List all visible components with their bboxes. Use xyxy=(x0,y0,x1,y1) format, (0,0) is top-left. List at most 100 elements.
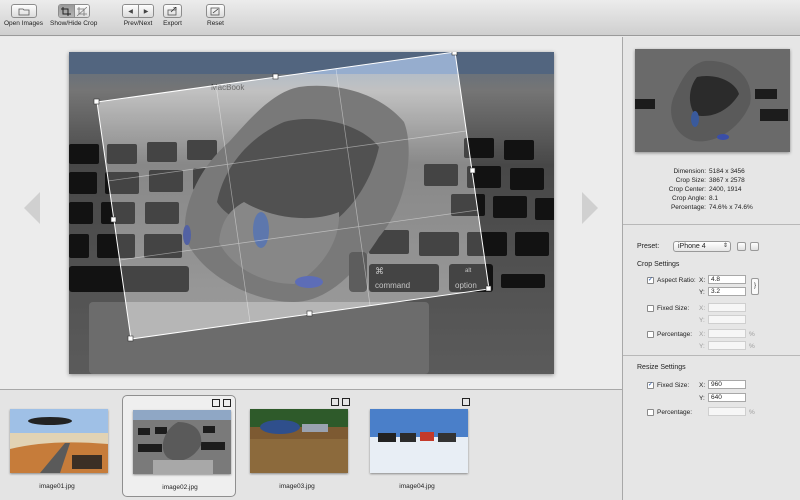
crop-center-value: 2400, 1914 xyxy=(709,186,742,193)
crop-percentage-label: Percentage: xyxy=(657,331,693,338)
thumbnail-filename: image02.jpg xyxy=(162,484,198,491)
percentage-value: 74.6% x 74.6% xyxy=(709,204,753,211)
previous-image-arrow[interactable] xyxy=(24,192,40,224)
reset-button[interactable] xyxy=(206,4,225,18)
crop-fixed-size-label: Fixed Size: xyxy=(657,305,690,312)
divider xyxy=(623,224,800,225)
crop-pct-x-unit: % xyxy=(749,331,755,338)
preview-scene xyxy=(635,49,790,152)
aspect-ratio-checkbox[interactable]: ✓ xyxy=(647,277,654,284)
prev-next-label: Prev/Next xyxy=(123,20,153,27)
open-images-button[interactable] xyxy=(10,4,37,18)
resize-fixed-size-label: Fixed Size: xyxy=(657,382,690,389)
hide-crop-button[interactable] xyxy=(73,5,89,17)
crop-pct-x-field[interactable] xyxy=(708,329,746,338)
resize-percentage-checkbox[interactable] xyxy=(647,409,654,416)
preset-select[interactable]: iPhone 4 ⇕ xyxy=(673,241,731,252)
thumbnail-image xyxy=(250,409,348,473)
thumbnail-image xyxy=(10,409,108,473)
photo-scene: MacBook ⌘ command alt option xyxy=(69,52,554,374)
export-group[interactable]: Export xyxy=(163,4,182,27)
crop-fixed-size-checkbox[interactable] xyxy=(647,305,654,312)
resize-settings-title: Resize Settings xyxy=(637,364,686,371)
crop-handle-left[interactable] xyxy=(110,216,117,223)
divider xyxy=(623,355,800,356)
crop-handle-top[interactable] xyxy=(272,73,279,80)
resize-percentage-field[interactable] xyxy=(708,407,746,416)
delete-preset-button[interactable] xyxy=(750,242,759,251)
prev-next-group[interactable]: ◀ ▶ Prev/Next xyxy=(122,4,154,27)
crop-fixed-y-field[interactable] xyxy=(708,315,746,324)
next-image-arrow[interactable] xyxy=(582,192,598,224)
crop-size-value: 3867 x 2578 xyxy=(709,177,745,184)
resize-x-field[interactable] xyxy=(708,380,746,389)
crop-settings-title: Crop Settings xyxy=(637,261,680,268)
preset-label: Preset: xyxy=(637,243,660,250)
open-images-group[interactable]: Open Images xyxy=(4,4,43,27)
resize-y-label: Y: xyxy=(699,395,705,402)
prev-button[interactable]: ◀ xyxy=(123,5,138,17)
prev-arrow-icon: ◀ xyxy=(128,8,133,15)
reset-group[interactable]: Reset xyxy=(206,4,225,27)
bracket-icon: } xyxy=(753,283,756,289)
show-hide-crop-label: Show/Hide Crop xyxy=(50,20,98,27)
resize-x-label: X: xyxy=(699,382,706,389)
aspect-y-label: Y: xyxy=(699,289,705,296)
crop-center-label: Crop Center: xyxy=(668,186,706,193)
show-hide-crop-group[interactable]: Show/Hide Crop xyxy=(50,4,97,27)
thumbnail-image03[interactable]: image03.jpg xyxy=(240,395,354,497)
thumbnail-image04[interactable]: image04.jpg xyxy=(360,395,474,497)
crop-percentage-checkbox[interactable] xyxy=(647,331,654,338)
thumb-scene-road xyxy=(10,409,108,473)
thumbnail-filename: image04.jpg xyxy=(399,483,435,490)
crop-fixed-x-label: X: xyxy=(699,305,706,312)
crop-angle-label: Crop Angle: xyxy=(672,195,706,202)
crop-icon xyxy=(61,6,72,16)
resize-y-field[interactable] xyxy=(708,393,746,402)
show-crop-button[interactable] xyxy=(58,5,74,17)
dimension-value: 5184 x 3456 xyxy=(709,168,745,175)
thumbnail-image01[interactable]: image01.jpg xyxy=(0,395,114,497)
thumbnail-image xyxy=(133,410,231,474)
crop-handle-top-right[interactable] xyxy=(451,52,458,56)
aspect-x-label: X: xyxy=(699,277,706,284)
resize-fixed-size-checkbox[interactable]: ✓ xyxy=(647,382,654,389)
export-button[interactable] xyxy=(163,4,182,18)
crop-hide-icon xyxy=(76,6,87,16)
main-photo: MacBook ⌘ command alt option xyxy=(69,52,554,374)
thumb-scene-snow xyxy=(370,409,468,473)
next-arrow-icon: ▶ xyxy=(143,8,149,15)
crop-fixed-x-field[interactable] xyxy=(708,303,746,312)
filmstrip: image01.jpg image02.jpg image03.jpg imag… xyxy=(0,389,622,500)
export-label: Export xyxy=(163,20,182,27)
thumbnail-image02[interactable]: image02.jpg xyxy=(122,395,236,497)
save-preset-button[interactable] xyxy=(737,242,746,251)
next-button[interactable]: ▶ xyxy=(138,5,153,17)
crop-size-label: Crop Size: xyxy=(675,177,706,184)
reset-label: Reset xyxy=(207,20,224,27)
crop-handle-right[interactable] xyxy=(469,167,476,174)
crop-handle-bottom-left[interactable] xyxy=(127,335,134,342)
crop-rectangle[interactable] xyxy=(96,52,490,340)
crop-handle-top-left[interactable] xyxy=(93,98,100,105)
swap-ratio-button[interactable]: } xyxy=(751,278,759,295)
crop-pct-y-unit: % xyxy=(749,343,755,350)
resize-indicator-icon xyxy=(223,399,231,407)
aspect-y-field[interactable] xyxy=(708,287,746,296)
crop-indicator-icon xyxy=(212,399,220,407)
aspect-x-field[interactable] xyxy=(708,275,746,284)
toolbar: Open Images Show/Hide Crop ◀ ▶ Prev/Next… xyxy=(0,0,800,36)
preset-value: iPhone 4 xyxy=(678,243,706,250)
image-info: Dimension: 5184 x 3456 Crop Size: 3867 x 2… xyxy=(623,168,800,213)
resize-percentage-label: Percentage: xyxy=(657,409,693,416)
reset-icon xyxy=(210,7,220,15)
aspect-ratio-label: Aspect Ratio: xyxy=(657,277,696,284)
percentage-label: Percentage: xyxy=(670,204,706,211)
crop-pct-y-label: Y: xyxy=(699,343,705,350)
resize-indicator-icon xyxy=(342,398,350,406)
crop-pct-y-field[interactable] xyxy=(708,341,746,350)
crop-handle-bottom-right[interactable] xyxy=(485,285,492,292)
crop-handle-bottom[interactable] xyxy=(306,310,313,317)
dimension-label: Dimension: xyxy=(673,168,706,175)
chevron-updown-icon: ⇕ xyxy=(722,243,728,249)
